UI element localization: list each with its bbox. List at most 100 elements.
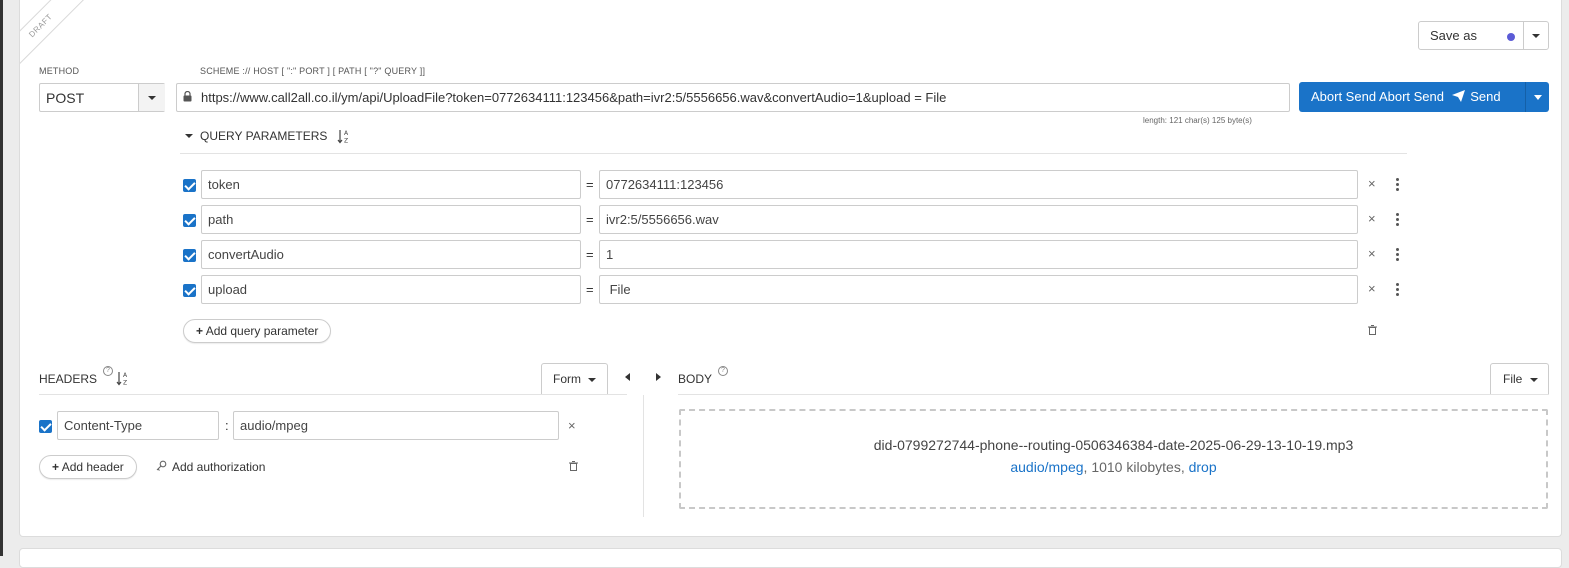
equals-sign: = xyxy=(586,247,594,262)
request-card: DRAFT Save as METHOD POST SCHEME :// HOS… xyxy=(19,0,1562,537)
body-mode-dropdown[interactable]: File xyxy=(1490,363,1549,394)
header-value: audio/mpeg xyxy=(240,418,308,433)
file-mime-link[interactable]: audio/mpeg xyxy=(1010,459,1083,475)
svg-text:Z: Z xyxy=(344,138,348,145)
header-key-input[interactable]: Content-Type xyxy=(57,411,219,440)
send-text: Send xyxy=(1470,89,1501,104)
param-key: upload xyxy=(208,282,248,297)
key-icon xyxy=(156,460,167,471)
query-params-title[interactable]: QUERY PARAMETERS xyxy=(200,129,327,143)
chevron-down-icon xyxy=(1532,34,1540,38)
param-enabled-checkbox[interactable] xyxy=(183,179,196,192)
param-more-icon[interactable] xyxy=(1396,248,1399,263)
query-divider xyxy=(180,153,1407,154)
add-header-label: Add header xyxy=(61,460,124,474)
equals-sign: = xyxy=(586,282,594,297)
param-value: File xyxy=(606,282,631,297)
param-value-input[interactable]: 1 xyxy=(599,240,1358,269)
equals-sign: = xyxy=(586,177,594,192)
remove-param-close-icon[interactable]: × xyxy=(1368,281,1376,296)
help-icon[interactable]: ? xyxy=(103,366,113,376)
param-key-input[interactable]: path xyxy=(201,205,581,234)
file-size: 1010 kilobytes xyxy=(1091,459,1181,475)
headers-divider xyxy=(39,394,627,395)
collapse-caret-icon[interactable] xyxy=(185,134,193,138)
pane-splitter[interactable] xyxy=(643,395,644,517)
trash-icon[interactable] xyxy=(1368,325,1377,335)
file-drop-zone[interactable]: did-0799272744-phone--routing-0506346384… xyxy=(679,409,1548,509)
body-mode-value: File xyxy=(1503,372,1523,386)
method-label: METHOD xyxy=(39,66,80,76)
url-length-info: length: 121 char(s) 125 byte(s) xyxy=(1143,116,1252,125)
remove-param-close-icon[interactable]: × xyxy=(1368,211,1376,226)
param-value-input[interactable]: File xyxy=(599,275,1358,304)
param-more-icon[interactable] xyxy=(1396,283,1399,298)
param-value: 1 xyxy=(606,247,614,262)
body-title: BODY xyxy=(678,372,713,386)
send-options-button[interactable] xyxy=(1525,82,1549,112)
trash-icon[interactable] xyxy=(569,461,578,471)
chevron-down-icon xyxy=(588,378,596,382)
sort-alpha-icon[interactable]: A Z xyxy=(337,129,350,144)
save-as-label: Save as xyxy=(1430,28,1477,43)
param-key: convertAudio xyxy=(208,247,284,262)
drop-file-link[interactable]: drop xyxy=(1189,459,1217,475)
headers-mode-dropdown[interactable]: Form xyxy=(541,363,608,394)
draft-ribbon: DRAFT xyxy=(20,0,110,90)
remove-header-close-icon[interactable]: × xyxy=(568,418,576,433)
headers-title: HEADERS xyxy=(39,372,98,386)
plus-icon: + xyxy=(196,324,204,338)
collapse-right-icon[interactable] xyxy=(656,373,661,381)
param-value-input[interactable]: 0772634111:123456 xyxy=(599,170,1358,199)
headers-mode-value: Form xyxy=(553,372,581,386)
file-meta: audio/mpeg, 1010 kilobytes, drop xyxy=(681,459,1546,475)
collapse-left-icon[interactable] xyxy=(625,373,630,381)
remove-param-close-icon[interactable]: × xyxy=(1368,176,1376,191)
add-query-param-label: Add query parameter xyxy=(205,324,319,338)
add-query-param-button[interactable]: + Add query parameter xyxy=(183,319,332,343)
chevron-down-icon xyxy=(1534,95,1542,100)
param-value-input[interactable]: ivr2:5/5556656.wav xyxy=(599,205,1358,234)
svg-text:Z: Z xyxy=(123,380,127,387)
separator: , xyxy=(1180,459,1189,475)
header-key: Content-Type xyxy=(64,418,143,433)
url-value: https://www.call2all.co.il/ym/api/Upload… xyxy=(201,90,947,105)
save-menu-button[interactable] xyxy=(1523,21,1549,50)
remove-param-close-icon[interactable]: × xyxy=(1368,246,1376,261)
chevron-down-icon xyxy=(148,96,156,100)
param-value: 0772634111:123456 xyxy=(606,177,724,192)
help-icon[interactable]: ? xyxy=(718,366,728,376)
method-dropdown-toggle[interactable] xyxy=(139,84,165,111)
param-more-icon[interactable] xyxy=(1396,213,1399,228)
url-input[interactable]: https://www.call2all.co.il/ym/api/Upload… xyxy=(176,83,1290,112)
chevron-down-icon xyxy=(1530,378,1538,382)
paper-plane-icon xyxy=(1451,90,1465,102)
sort-alpha-icon[interactable]: A Z xyxy=(116,371,129,386)
param-enabled-checkbox[interactable] xyxy=(183,214,196,227)
param-key-input[interactable]: token xyxy=(201,170,581,199)
param-enabled-checkbox[interactable] xyxy=(183,284,196,297)
method-select[interactable]: POST xyxy=(39,83,165,112)
method-value: POST xyxy=(46,90,85,106)
add-authorization-link[interactable]: Add authorization xyxy=(172,460,265,474)
param-key: token xyxy=(208,177,240,192)
svg-text:A: A xyxy=(123,372,128,379)
equals-sign: = xyxy=(586,212,594,227)
param-key-input[interactable]: upload xyxy=(201,275,581,304)
header-enabled-checkbox[interactable] xyxy=(39,420,52,433)
param-enabled-checkbox[interactable] xyxy=(183,249,196,262)
header-value-input[interactable]: audio/mpeg xyxy=(233,411,559,440)
save-as-button[interactable]: Save as xyxy=(1418,21,1524,50)
send-button[interactable]: Abort Send Abort Send Send xyxy=(1299,82,1525,112)
param-key: path xyxy=(208,212,234,227)
add-header-button[interactable]: + Add header xyxy=(39,455,137,479)
param-more-icon[interactable] xyxy=(1396,178,1399,193)
svg-text:A: A xyxy=(344,130,349,137)
file-name: did-0799272744-phone--routing-0506346384… xyxy=(873,437,1354,453)
param-key-input[interactable]: convertAudio xyxy=(201,240,581,269)
window-edge xyxy=(0,0,3,556)
next-card xyxy=(19,548,1562,568)
param-value: ivr2:5/5556656.wav xyxy=(606,212,719,227)
plus-icon: + xyxy=(52,460,60,474)
body-divider xyxy=(678,394,1549,395)
